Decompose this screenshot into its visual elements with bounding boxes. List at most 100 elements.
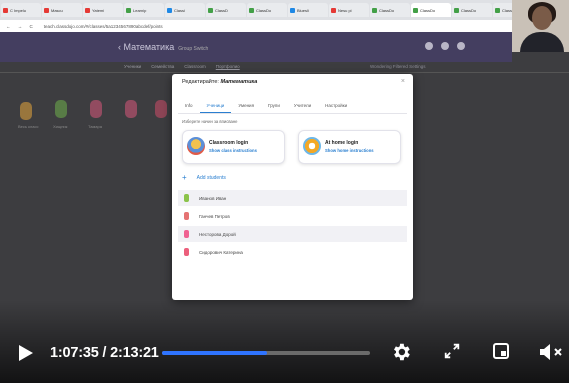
classroom-login-card[interactable]: Classroom login Show class instructions [182, 130, 285, 164]
app-tab[interactable]: Семейства [151, 64, 174, 69]
browser-tab-label: ClassDo [420, 7, 436, 13]
divider [0, 72, 569, 73]
app-tab[interactable]: Ученики [124, 64, 141, 69]
fullscreen-icon[interactable] [443, 342, 461, 360]
dialog-title: Редактирайте: Математика [182, 79, 258, 85]
tab-favicon-icon [44, 7, 49, 13]
tab-favicon-icon [413, 7, 418, 13]
browser-tab-label: Classi [174, 7, 185, 13]
gear-icon[interactable] [390, 341, 412, 363]
classroom-login-icon [187, 137, 205, 155]
browser-tab-label: Yatemi [92, 7, 105, 13]
tab-settings[interactable]: Настройки [318, 101, 354, 113]
student-label: Весь класс [18, 124, 39, 129]
card-title: Classroom login [209, 140, 249, 146]
student-label: Тамара [88, 124, 102, 129]
time-display: 1:07:35 / 2:13:21 [50, 345, 159, 361]
browser-tab-label: ClassDo [379, 7, 395, 13]
close-icon[interactable]: × [401, 78, 405, 85]
settings-icon[interactable] [441, 42, 449, 50]
app-right-tools[interactable]: Wondering Filtered Settings [370, 64, 425, 69]
refresh-icon[interactable] [425, 42, 433, 50]
play-icon[interactable] [19, 345, 33, 361]
student-avatar-icon [184, 212, 189, 220]
progress-bar[interactable] [162, 351, 370, 355]
duration: 2:13:21 [110, 345, 159, 361]
student-name: Несторова Дорой [199, 231, 236, 237]
student-name: Иванов Иван [199, 195, 227, 201]
webcam-person-body [520, 32, 564, 52]
app-tabs: Ученики Семейства Classroom Портфолио [124, 64, 240, 69]
browser-tab-label: ClassDo [461, 7, 477, 13]
monster-avatar-icon [125, 100, 137, 118]
house-icon [303, 137, 321, 155]
browser-tab[interactable]: ClassD [206, 3, 246, 17]
browser-tab[interactable]: Learnip [124, 3, 164, 17]
tab-favicon-icon [454, 7, 459, 13]
student-avatar-icon [184, 248, 189, 256]
browser-tab[interactable]: Nesu pi [329, 3, 369, 17]
browser-tab[interactable]: ClassDo [247, 3, 287, 17]
tab-favicon-icon [3, 7, 8, 13]
plus-icon: + [182, 173, 187, 182]
browser-tab-label: С Impelu [10, 7, 27, 13]
browser-tab[interactable]: Mascu [42, 3, 82, 17]
miniplayer-icon[interactable] [493, 343, 509, 359]
browser-tab-label: ClassDo [256, 7, 272, 13]
card-title: At home login [325, 140, 359, 146]
address-bar[interactable]: ← → C teach.classdojo.com/#/classes/5a12… [0, 20, 512, 32]
webcam-overlay [512, 0, 569, 52]
student-row[interactable]: Иванов Иван [178, 190, 407, 206]
class-title: ‹ Математика Group Switch [118, 42, 209, 52]
tab-students[interactable]: Ученици [199, 101, 232, 113]
monster-avatar-icon [20, 102, 32, 120]
header-actions [425, 42, 465, 50]
app-tab[interactable]: Портфолио [216, 64, 240, 69]
video-frame: С Impelu Mascu Yatemi Learnip Classi ClassD Cl… [0, 0, 569, 383]
student-row[interactable]: Несторова Дорой [178, 226, 407, 242]
volume-muted-icon[interactable] [538, 341, 564, 363]
tab-favicon-icon [126, 7, 131, 13]
browser-tab[interactable]: С Impelu [1, 3, 41, 17]
browser-tab[interactable]: Bluesli [288, 3, 328, 17]
progress-fill [162, 351, 268, 355]
browser-tab-bar: С Impelu Mascu Yatemi Learnip Classi ClassD Cl… [0, 0, 569, 20]
tab-info[interactable]: Info [178, 101, 200, 113]
browser-tab-label: Nesu pi [338, 7, 352, 13]
browser-tab-label: ClassD [215, 7, 228, 13]
browser-tab[interactable]: ClassDo [370, 3, 410, 17]
add-students-button[interactable]: + Add students [182, 172, 226, 182]
edit-class-dialog: Редактирайте: Математика × Info Ученици … [172, 74, 413, 300]
current-time: 1:07:35 [50, 345, 99, 361]
tab-skills[interactable]: Умения [231, 101, 261, 113]
browser-tab[interactable]: ClassDo [452, 3, 492, 17]
app-tab[interactable]: Classroom [184, 64, 206, 69]
nav-buttons[interactable]: ← → C [6, 24, 36, 29]
card-link[interactable]: Show home instructions [325, 148, 374, 153]
tab-groups[interactable]: Групи [261, 101, 287, 113]
tab-favicon-icon [372, 7, 377, 13]
browser-tab[interactable]: Yatemi [83, 3, 123, 17]
browser-tab[interactable]: Classi [165, 3, 205, 17]
card-link[interactable]: Show class instructions [209, 148, 257, 153]
tab-favicon-icon [331, 7, 336, 13]
tab-favicon-icon [85, 7, 90, 13]
student-row[interactable]: Сидорович Катерина [178, 244, 407, 260]
tab-favicon-icon [495, 7, 500, 13]
student-avatar-icon [184, 194, 189, 202]
profile-icon[interactable] [457, 42, 465, 50]
tab-teachers[interactable]: Учители [287, 101, 318, 113]
tab-favicon-icon [249, 7, 254, 13]
webcam-person-face [532, 6, 552, 30]
controls-gradient [0, 300, 569, 383]
class-subtitle: Group Switch [178, 46, 209, 52]
home-login-card[interactable]: At home login Show home instructions [298, 130, 401, 164]
browser-tab[interactable]: ClassDo [411, 3, 451, 17]
student-name: Ганчев Петров [199, 213, 230, 219]
monster-avatar-icon [90, 100, 102, 118]
student-row[interactable]: Ганчев Петров [178, 208, 407, 224]
student-avatar-icon [184, 230, 189, 238]
url-text[interactable]: teach.classdojo.com/#/classes/5a12345678… [44, 24, 163, 29]
browser-tab-label: Bluesli [297, 7, 309, 13]
student-name: Сидорович Катерина [199, 249, 243, 255]
